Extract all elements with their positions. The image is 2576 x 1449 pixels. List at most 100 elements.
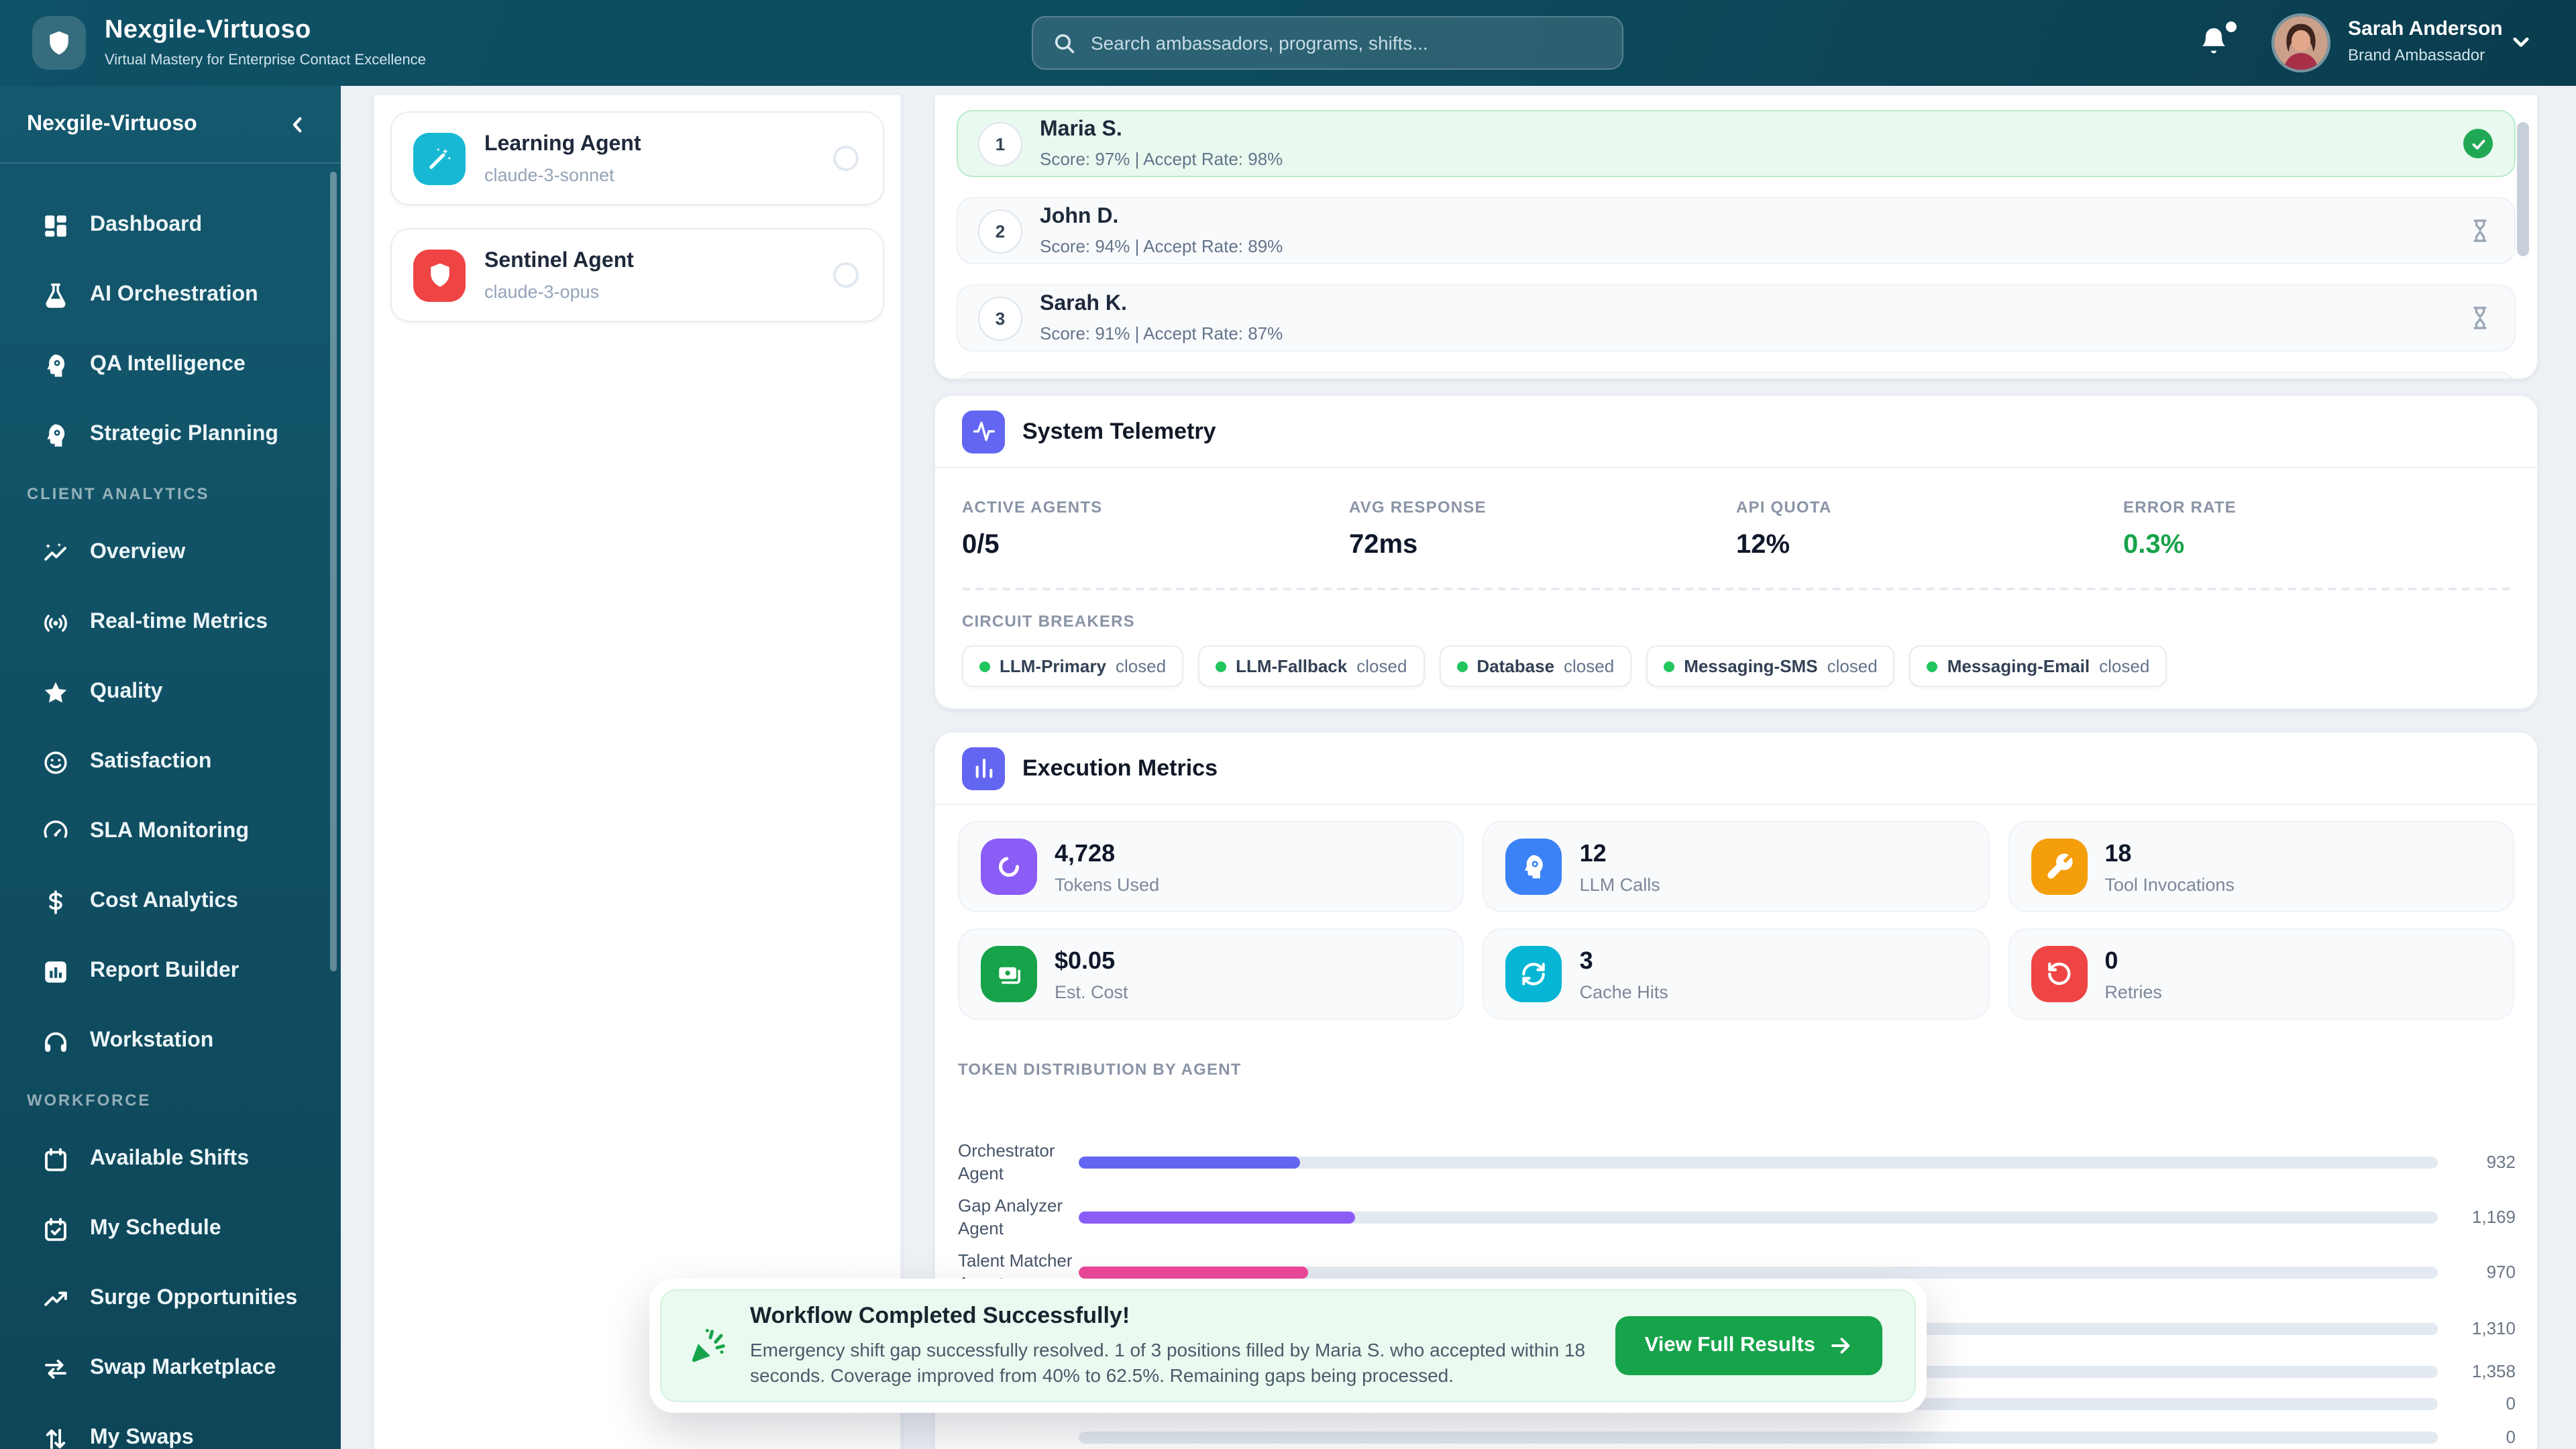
agent-status-radio[interactable]: [833, 146, 859, 171]
sidebar-item-realtime-metrics[interactable]: Real-time Metrics: [0, 588, 341, 657]
refresh-icon: [1505, 946, 1562, 1002]
trending-up-icon: [40, 1284, 70, 1313]
radio-icon: [40, 608, 70, 637]
sidebar-item-available-shifts[interactable]: Available Shifts: [0, 1124, 341, 1194]
tile-value: $0.05: [1055, 947, 1116, 973]
sidebar-item-sla-monitoring[interactable]: SLA Monitoring: [0, 797, 341, 867]
sidebar-item-satisfaction[interactable]: Satisfaction: [0, 727, 341, 797]
app-logo: [32, 16, 86, 70]
sidebar-collapse-button[interactable]: [284, 111, 311, 138]
breaker-status: closed: [1564, 656, 1615, 676]
bar-value: 1,169: [2471, 1207, 2516, 1227]
system-telemetry-card: System Telemetry ACTIVE AGENTS 0/5 AVG R…: [934, 394, 2538, 710]
toast-body: Workflow Completed Successfully! Emergen…: [660, 1289, 1916, 1402]
sidebar-item-strategic-planning[interactable]: Strategic Planning: [0, 400, 341, 470]
notifications-button[interactable]: [2198, 21, 2237, 62]
status-dot: [1664, 661, 1675, 672]
app-title: Nexgile-Virtuoso: [105, 16, 311, 44]
sidebar-item-label: Strategic Planning: [90, 423, 278, 445]
user-meta: Sarah Anderson Brand Ambassador: [2348, 17, 2503, 64]
candidate-row[interactable]: 3 Sarah K. Score: 91% | Accept Rate: 87%: [957, 284, 2516, 352]
chevron-left-icon: [292, 116, 302, 132]
sidebar-item-my-swaps[interactable]: My Swaps: [0, 1403, 341, 1449]
shield-icon: [413, 249, 466, 301]
sidebar-item-label: Overview: [90, 541, 186, 564]
search-icon: [1052, 31, 1076, 55]
agent-status-radio[interactable]: [833, 262, 859, 288]
sidebar-item-cost-analytics[interactable]: Cost Analytics: [0, 867, 341, 936]
bell-icon: [2202, 28, 2226, 54]
user-menu-button[interactable]: [2506, 27, 2536, 56]
dollar-icon: [40, 887, 70, 916]
breaker-pill: Database closed: [1439, 645, 1632, 687]
agent-model: claude-3-sonnet: [484, 164, 614, 184]
rotate-ccw-icon: [2031, 946, 2088, 1002]
sidebar-item-dashboard[interactable]: Dashboard: [0, 191, 341, 260]
sidebar-brand: Nexgile-Virtuoso: [27, 112, 197, 135]
execution-title: Execution Metrics: [1022, 755, 1218, 780]
telemetry-header: System Telemetry: [935, 396, 2537, 468]
bar-value: 1,358: [2471, 1361, 2516, 1381]
avatar[interactable]: [2271, 13, 2330, 72]
candidate-row-partial: [957, 372, 2516, 378]
candidates-scrollbar[interactable]: [2517, 122, 2529, 256]
bar-value: 1,310: [2471, 1318, 2516, 1338]
metric-tile-llm-calls: 12 LLM Calls: [1483, 821, 1990, 912]
circuit-breaker-pills: LLM-Primary closed LLM-Fallback closed Dat…: [935, 631, 2537, 687]
sidebar-item-label: My Swaps: [90, 1426, 194, 1449]
sidebar-item-ai-orchestration[interactable]: AI Orchestration: [0, 260, 341, 330]
tile-label: LLM Calls: [1579, 874, 1660, 894]
status-dot: [1216, 661, 1227, 672]
top-header: Nexgile-Virtuoso Virtual Mastery for Ent…: [0, 0, 2576, 86]
sidebar-item-label: Workstation: [90, 1029, 214, 1052]
view-full-results-button[interactable]: View Full Results: [1615, 1316, 1882, 1375]
candidate-details: Score: 94% | Accept Rate: 89%: [1040, 236, 1283, 256]
sidebar-item-swap-marketplace[interactable]: Swap Marketplace: [0, 1334, 341, 1403]
hourglass-icon: [2467, 305, 2493, 331]
breaker-name: LLM-Fallback: [1236, 656, 1348, 676]
sidebar-section-workforce: WORKFORCE: [27, 1091, 152, 1110]
agent-card-text: Sentinel Agent claude-3-opus: [484, 249, 634, 301]
agents-panel: Learning Agent claude-3-sonnet Sentinel …: [373, 94, 902, 1449]
sidebar-section-client-analytics: CLIENT ANALYTICS: [27, 484, 210, 503]
sidebar-item-label: QA Intelligence: [90, 353, 246, 376]
candidate-row[interactable]: 1 Maria S. Score: 97% | Accept Rate: 98%: [957, 110, 2516, 177]
sidebar-item-overview[interactable]: Overview: [0, 518, 341, 588]
bar-value: 932: [2486, 1152, 2516, 1172]
tile-label: Tool Invocations: [2104, 874, 2235, 894]
toast-message: Emergency shift gap successfully resolve…: [750, 1339, 1586, 1386]
tile-label: Tokens Used: [1055, 874, 1160, 894]
app-titles: Nexgile-Virtuoso Virtual Mastery for Ent…: [105, 16, 426, 68]
bar-track: [1079, 1156, 2438, 1168]
global-search[interactable]: [1032, 16, 1623, 70]
gauge-icon: [40, 817, 70, 847]
breaker-status: closed: [2099, 656, 2150, 676]
swap-vertical-icon: [40, 1424, 70, 1449]
stat-value: 0.3%: [2123, 530, 2185, 559]
sidebar-item-my-schedule[interactable]: My Schedule: [0, 1194, 341, 1264]
bar-value: 0: [2506, 1393, 2516, 1413]
agent-card-learning[interactable]: Learning Agent claude-3-sonnet: [390, 111, 884, 205]
main-content: Learning Agent claude-3-sonnet Sentinel …: [341, 86, 2576, 1449]
sidebar-item-surge-opportunities[interactable]: Surge Opportunities: [0, 1264, 341, 1334]
sidebar-item-quality[interactable]: Quality: [0, 657, 341, 727]
sidebar-item-qa-intelligence[interactable]: QA Intelligence: [0, 330, 341, 400]
sidebar-item-report-builder[interactable]: Report Builder: [0, 936, 341, 1006]
chevron-down-icon: [2513, 37, 2529, 47]
sidebar-item-label: AI Orchestration: [90, 283, 258, 306]
candidate-row[interactable]: 2 John D. Score: 94% | Accept Rate: 89%: [957, 197, 2516, 264]
sidebar-scrollbar[interactable]: [330, 172, 337, 971]
app-subtitle: Virtual Mastery for Enterprise Contact E…: [105, 52, 426, 68]
breaker-pill: LLM-Primary closed: [962, 645, 1184, 687]
head-gear-icon: [40, 350, 70, 380]
agent-name: Learning Agent: [484, 132, 641, 155]
activity-icon: [962, 410, 1005, 453]
calendar-icon: [40, 1144, 70, 1174]
search-input[interactable]: [1088, 31, 1603, 55]
stat: AVG RESPONSE 72ms: [1349, 498, 1736, 561]
calendar-check-icon: [40, 1214, 70, 1244]
status-dot: [979, 661, 990, 672]
stat-label: API QUOTA: [1736, 498, 1832, 517]
agent-card-sentinel[interactable]: Sentinel Agent claude-3-opus: [390, 228, 884, 322]
sidebar-item-workstation[interactable]: Workstation: [0, 1006, 341, 1076]
